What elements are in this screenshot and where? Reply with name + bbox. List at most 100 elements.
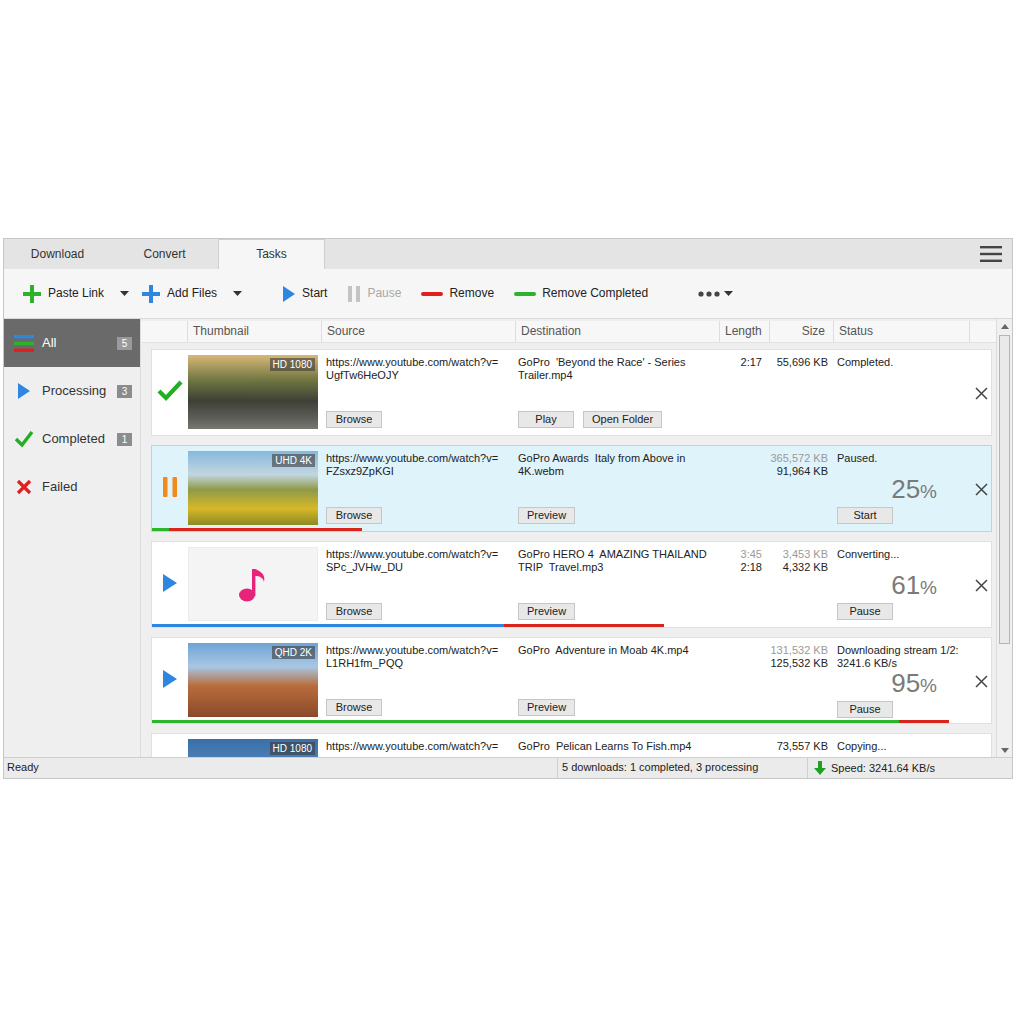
progress-track — [152, 432, 991, 435]
thumbnail[interactable]: HD 1080 — [188, 355, 318, 429]
status-action-button[interactable]: Start — [837, 507, 893, 524]
scroll-up-icon[interactable] — [997, 319, 1012, 333]
toolbar-label[interactable]: Start — [302, 286, 327, 302]
play-icon — [282, 285, 296, 303]
dropdown-caret-icon[interactable] — [120, 291, 129, 296]
sidebar-label[interactable]: All — [42, 335, 56, 352]
close-icon[interactable] — [975, 739, 988, 757]
toolbar-button: Pause — [347, 285, 407, 303]
toolbar-button[interactable]: Paste Link — [22, 284, 129, 304]
status-text: Copying... — [837, 740, 967, 753]
toolbar-label[interactable]: Remove — [449, 286, 494, 302]
destination-file: GoPro Adventure in Moab 4K.mp4 — [518, 644, 714, 657]
thumbnail[interactable]: HD 1080 — [188, 739, 318, 757]
task-rows: HD 1080https://www.youtube.com/watch?v=U… — [141, 343, 996, 757]
music-note-icon — [236, 565, 270, 603]
download-summary: 5 downloads: 1 completed, 3 processing — [557, 758, 807, 778]
scroll-down-icon[interactable] — [997, 743, 1012, 757]
pause-icon — [347, 285, 361, 303]
menu-icon[interactable] — [980, 245, 1002, 263]
tab[interactable]: Download — [4, 239, 111, 269]
status-text: Converting... — [837, 548, 967, 561]
more-icon[interactable] — [698, 291, 720, 297]
more-button[interactable] — [698, 291, 733, 297]
sidebar-item[interactable]: Processing 3 — [4, 367, 140, 415]
close-icon[interactable] — [975, 451, 988, 528]
toolbar-label[interactable]: Add Files — [167, 286, 217, 302]
toolbar-button[interactable]: Add Files — [141, 284, 242, 304]
table-row[interactable]: QHD 2K https://www.youtube.com/watch?v=L1… — [151, 637, 992, 724]
header-filler — [969, 321, 996, 342]
count-badge: 5 — [117, 337, 132, 350]
file-button[interactable]: Preview — [518, 699, 575, 716]
close-icon[interactable] — [975, 547, 988, 624]
destination-file: GoPro 'Beyond the Race' - Series Trailer… — [518, 356, 714, 382]
source-url: https://www.youtube.com/watch?v=L1RH1fm_… — [326, 644, 510, 670]
column-header[interactable]: Length — [719, 321, 769, 342]
column-header[interactable]: Thumbnail — [187, 321, 321, 342]
scrollbar[interactable] — [996, 319, 1012, 757]
length-value: 2:17 — [720, 356, 762, 369]
progress-percent: 25% — [837, 476, 967, 505]
destination-file: GoPro Awards Italy from Above in 4K.webm — [518, 452, 714, 478]
progress-fill — [899, 720, 949, 723]
progress-segment — [504, 624, 663, 627]
filter-all-icon — [14, 335, 34, 352]
browse-button[interactable]: Browse — [326, 603, 382, 620]
status-text: Ready — [4, 758, 557, 778]
toolbar-label[interactable]: Pause — [367, 286, 401, 302]
file-button[interactable]: Play — [518, 411, 574, 428]
progress-fill — [504, 624, 663, 627]
progress-fill — [169, 528, 362, 531]
column-header[interactable]: Destination — [515, 321, 719, 342]
table-row[interactable]: UHD 4Khttps://www.youtube.com/watch?v=FZ… — [151, 445, 992, 532]
sidebar: All 5 Processing 3 Completed1 Failed — [4, 319, 141, 757]
sidebar-label[interactable]: Processing — [42, 383, 106, 400]
scroll-track[interactable] — [997, 333, 1012, 743]
dropdown-caret-icon[interactable] — [724, 291, 733, 296]
table-row[interactable]: HD 1080https://www.youtube.com/watch?v=U… — [151, 349, 992, 436]
table-row[interactable]: https://www.youtube.com/watch?v=SPc_JVHw… — [151, 541, 992, 628]
progress-segment — [152, 720, 899, 723]
size-value: 131,532 KB — [770, 644, 828, 657]
progress-percent: 61% — [837, 572, 967, 601]
sidebar-item[interactable]: Failed — [4, 463, 140, 511]
toolbar-button[interactable]: Remove — [421, 286, 500, 302]
check-icon — [157, 380, 183, 402]
close-icon[interactable] — [975, 355, 988, 432]
column-header[interactable]: Status — [833, 321, 969, 342]
column-header[interactable]: Size — [769, 321, 833, 342]
browse-button[interactable]: Browse — [326, 699, 382, 716]
file-button[interactable]: Preview — [518, 603, 575, 620]
thumbnail[interactable]: QHD 2K — [188, 643, 318, 717]
size-value: 55,696 KB — [770, 356, 828, 369]
browse-button[interactable]: Browse — [326, 507, 382, 524]
toolbar-button[interactable]: Remove Completed — [514, 286, 654, 302]
sidebar-label[interactable]: Failed — [42, 479, 77, 496]
sidebar-item[interactable]: All 5 — [4, 319, 140, 367]
file-button[interactable]: Open Folder — [583, 411, 662, 428]
dropdown-caret-icon[interactable] — [233, 291, 242, 296]
table-row[interactable]: HD 1080https://www.youtube.com/watch?v=G… — [151, 733, 992, 757]
status-action-button[interactable]: Pause — [837, 701, 893, 718]
thumbnail[interactable]: UHD 4K — [188, 451, 318, 525]
status-text: Paused. — [837, 452, 967, 465]
tab[interactable]: Tasks — [218, 239, 325, 269]
close-icon[interactable] — [975, 643, 988, 720]
browse-button[interactable]: Browse — [326, 411, 382, 428]
file-button[interactable]: Preview — [518, 507, 575, 524]
header-spacer — [141, 321, 187, 342]
tab[interactable]: Convert — [111, 239, 218, 269]
toolbar-button[interactable]: Start — [282, 285, 333, 303]
sidebar-item[interactable]: Completed1 — [4, 415, 140, 463]
scroll-thumb[interactable] — [999, 335, 1010, 644]
sidebar-label[interactable]: Completed — [42, 431, 105, 448]
thumbnail[interactable] — [188, 547, 318, 621]
play-icon — [14, 382, 34, 400]
status-action-button[interactable]: Pause — [837, 603, 893, 620]
toolbar-label[interactable]: Paste Link — [48, 286, 104, 302]
toolbar-label[interactable]: Remove Completed — [542, 286, 648, 302]
count-badge: 3 — [117, 385, 132, 398]
column-header[interactable]: Source — [321, 321, 515, 342]
status-text: Downloading stream 1/2: — [837, 644, 967, 657]
